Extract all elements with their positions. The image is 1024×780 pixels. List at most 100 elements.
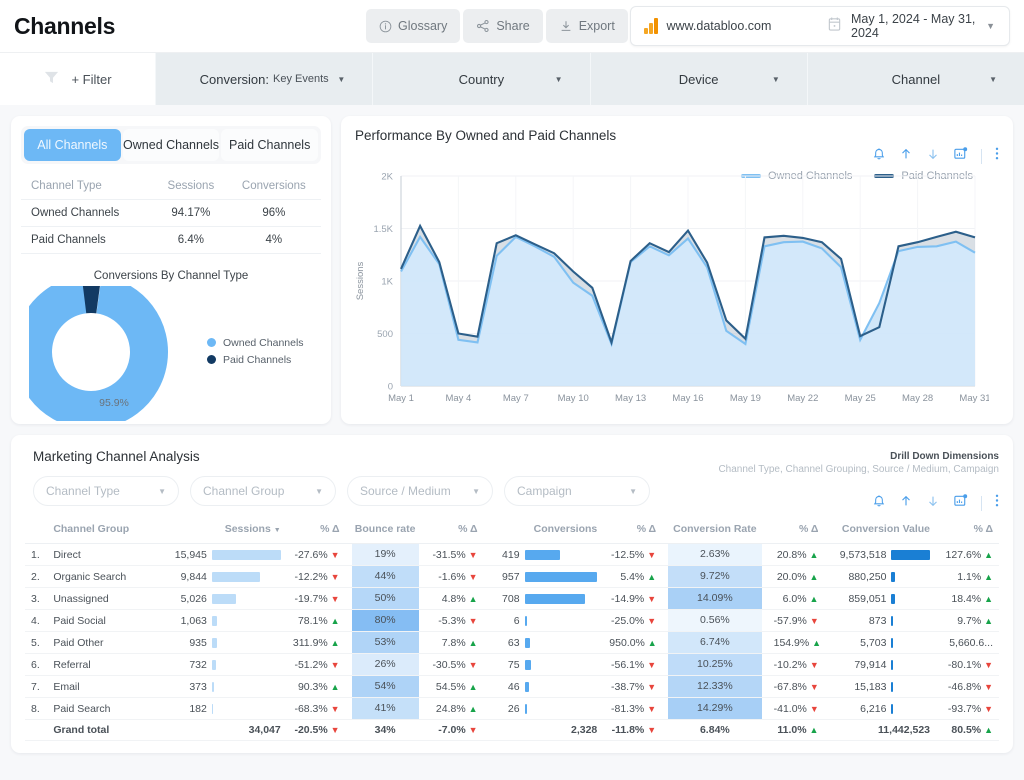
account-date-selector[interactable]: www.databloo.com May 1, 2024 - May 31, 2… bbox=[630, 6, 1010, 46]
tab-all-channels[interactable]: All Channels bbox=[24, 129, 121, 161]
chevron-down-icon[interactable]: ▼ bbox=[772, 75, 780, 84]
col-conversion-rate-delta[interactable]: % Δ bbox=[767, 518, 825, 544]
trend-down-icon: ▼ bbox=[809, 659, 819, 670]
trend-down-icon: ▼ bbox=[647, 725, 657, 735]
col-conversion-rate[interactable]: Conversion Rate bbox=[662, 518, 768, 544]
marketing-channel-analysis-card: Marketing Channel Analysis Channel Type … bbox=[11, 435, 1013, 753]
cell-bounce-delta: -31.5% ▼ bbox=[424, 543, 484, 566]
cell-channel-group[interactable]: Email bbox=[47, 675, 157, 698]
cell-bounce-delta: -5.3% ▼ bbox=[424, 609, 484, 632]
date-range-selector[interactable]: May 1, 2024 - May 31, 2024 ▼ bbox=[827, 12, 1009, 40]
cell-bounce-delta: 4.8% ▲ bbox=[424, 587, 484, 610]
y-axis-tick-1.5K: 1.5K bbox=[373, 224, 393, 235]
cell-channel-group[interactable]: Paid Other bbox=[47, 631, 157, 654]
arrow-up-icon[interactable] bbox=[899, 494, 913, 513]
glossary-button[interactable]: Glossary bbox=[366, 9, 461, 43]
more-vertical-icon[interactable] bbox=[995, 493, 999, 513]
col-channel-group[interactable]: Channel Group bbox=[47, 518, 157, 544]
chevron-down-icon[interactable]: ▼ bbox=[986, 21, 995, 31]
table-row[interactable]: 3. Unassigned 5,026 -19.7% ▼ 50% 4.8% ▲ 708 -14… bbox=[25, 587, 999, 610]
select-campaign[interactable]: Campaign ▼ bbox=[504, 476, 650, 506]
trend-up-icon: ▲ bbox=[809, 571, 819, 582]
cell-channel-group[interactable]: Direct bbox=[47, 543, 157, 566]
cell-conversion-rate-delta: 6.0% ▲ bbox=[767, 587, 825, 610]
col-conversions-delta[interactable]: % Δ bbox=[603, 518, 663, 544]
chevron-down-icon[interactable]: ▼ bbox=[337, 75, 345, 84]
chart-title: Performance By Owned and Paid Channels bbox=[355, 128, 617, 143]
cell-bounce-rate: 80% bbox=[345, 609, 425, 632]
table-toolbar bbox=[872, 493, 999, 513]
channel-summary-card: All Channels Owned Channels Paid Channel… bbox=[11, 116, 331, 429]
trend-up-icon: ▲ bbox=[330, 637, 340, 648]
cell-total-value: 11,442,523 bbox=[824, 719, 937, 741]
table-body: 1. Direct 15,945 -27.6% ▼ 19% -31.5% ▼ 419 -12.… bbox=[25, 543, 999, 741]
cell-conversions-delta: 5.4% ▲ bbox=[603, 565, 663, 588]
funnel-icon bbox=[43, 69, 60, 89]
cell-conversions: 26 bbox=[483, 697, 604, 720]
info-icon bbox=[379, 20, 392, 33]
arrow-down-icon[interactable] bbox=[926, 494, 940, 513]
tab-paid-channels[interactable]: Paid Channels bbox=[221, 129, 319, 161]
chevron-down-icon[interactable]: ▼ bbox=[989, 75, 997, 84]
cell-grand-total-label: Grand total bbox=[47, 719, 157, 741]
trend-down-icon: ▼ bbox=[809, 615, 819, 626]
chevron-down-icon[interactable]: ▼ bbox=[472, 487, 480, 496]
col-sessions-delta[interactable]: % Δ bbox=[286, 518, 346, 544]
share-button[interactable]: Share bbox=[463, 9, 543, 43]
cell-conversion-value-delta: 127.6% ▲ bbox=[936, 543, 999, 566]
cell-conversion-value: 9,573,518 bbox=[824, 543, 937, 566]
filter-channel[interactable]: Channel ▼ bbox=[806, 53, 1024, 105]
table-row[interactable]: 1. Direct 15,945 -27.6% ▼ 19% -31.5% ▼ 419 -12.… bbox=[25, 543, 999, 566]
cell-channel-group[interactable]: Paid Social bbox=[47, 609, 157, 632]
trend-up-icon: ▲ bbox=[812, 637, 822, 648]
chevron-down-icon[interactable]: ▼ bbox=[158, 487, 166, 496]
table-row[interactable]: 5. Paid Other 935 311.9% ▲ 53% 7.8% ▲ 63 950.0%… bbox=[25, 631, 999, 654]
trend-up-icon: ▲ bbox=[647, 637, 657, 648]
cell-channel-group[interactable]: Organic Search bbox=[47, 565, 157, 588]
cell-channel-group[interactable]: Unassigned bbox=[47, 587, 157, 610]
cell-channel-group[interactable]: Paid Search bbox=[47, 697, 157, 720]
cell-channel-group[interactable]: Referral bbox=[47, 653, 157, 676]
col-conversions[interactable]: Conversions bbox=[483, 518, 604, 544]
chevron-down-icon[interactable]: ▼ bbox=[315, 487, 323, 496]
filter-country[interactable]: Country ▼ bbox=[372, 53, 590, 105]
col-conversion-value[interactable]: Conversion Value bbox=[824, 518, 937, 544]
owned-channels-area bbox=[401, 236, 975, 386]
table-row[interactable]: 6. Referral 732 -51.2% ▼ 26% -30.5% ▼ 75 -56.1%… bbox=[25, 653, 999, 676]
chevron-down-icon[interactable]: ▼ bbox=[629, 487, 637, 496]
col-sessions[interactable]: Sessions ▼ bbox=[156, 518, 287, 544]
tab-owned-channels[interactable]: Owned Channels bbox=[122, 129, 220, 161]
cell-sessions: 1,063 bbox=[156, 609, 287, 632]
chevron-down-icon[interactable]: ▼ bbox=[555, 75, 563, 84]
add-filter-button[interactable]: + Filter bbox=[0, 53, 155, 105]
x-axis-tick-May-22: May 22 bbox=[787, 393, 818, 404]
export-button[interactable]: Export bbox=[545, 9, 628, 43]
cell-conversions: 4% bbox=[226, 226, 321, 254]
col-bounce-delta[interactable]: % Δ bbox=[424, 518, 484, 544]
table-row[interactable]: 8. Paid Search 182 -68.3% ▼ 41% 24.8% ▲ 26 -81.… bbox=[25, 697, 999, 720]
bell-icon[interactable] bbox=[872, 494, 886, 513]
more-vertical-icon[interactable] bbox=[995, 146, 999, 166]
chart-export-icon[interactable] bbox=[953, 493, 968, 513]
account-selector[interactable]: www.databloo.com bbox=[631, 18, 827, 34]
performance-area-chart: 0 500 1K 1.5K 2K May 1 May 4 May 7 May 10 May 13 M… bbox=[355, 172, 989, 405]
select-channel-type[interactable]: Channel Type ▼ bbox=[33, 476, 179, 506]
cell-conversions-delta: -38.7% ▼ bbox=[603, 675, 663, 698]
filter-device[interactable]: Device ▼ bbox=[589, 53, 807, 105]
table-row[interactable]: 7. Email 373 90.3% ▲ 54% 54.5% ▲ 46 -38.7% ▼ 12.… bbox=[25, 675, 999, 698]
cell-conversion-value: 880,250 bbox=[824, 565, 937, 588]
x-axis-tick-May-4: May 4 bbox=[445, 393, 471, 404]
filter-conversion[interactable]: Conversion: Key Events ▼ bbox=[155, 53, 373, 105]
trend-down-icon: ▼ bbox=[330, 571, 340, 582]
select-source-medium[interactable]: Source / Medium ▼ bbox=[347, 476, 493, 506]
cell-conversion-value: 79,914 bbox=[824, 653, 937, 676]
table-row[interactable]: 4. Paid Social 1,063 78.1% ▲ 80% -5.3% ▼ 6 -25.… bbox=[25, 609, 999, 632]
select-channel-group[interactable]: Channel Group ▼ bbox=[190, 476, 336, 506]
table-row[interactable]: 2. Organic Search 9,844 -12.2% ▼ 44% -1.6% ▼ 9… bbox=[25, 565, 999, 588]
cell-sessions-delta: -51.2% ▼ bbox=[286, 653, 346, 676]
cell-conversions: 96% bbox=[226, 199, 321, 227]
col-bounce-rate[interactable]: Bounce rate bbox=[345, 518, 425, 544]
col-conversion-value-delta[interactable]: % Δ bbox=[936, 518, 999, 544]
cell-conversion-rate: 14.09% bbox=[662, 587, 768, 610]
trend-down-icon: ▼ bbox=[647, 549, 657, 560]
